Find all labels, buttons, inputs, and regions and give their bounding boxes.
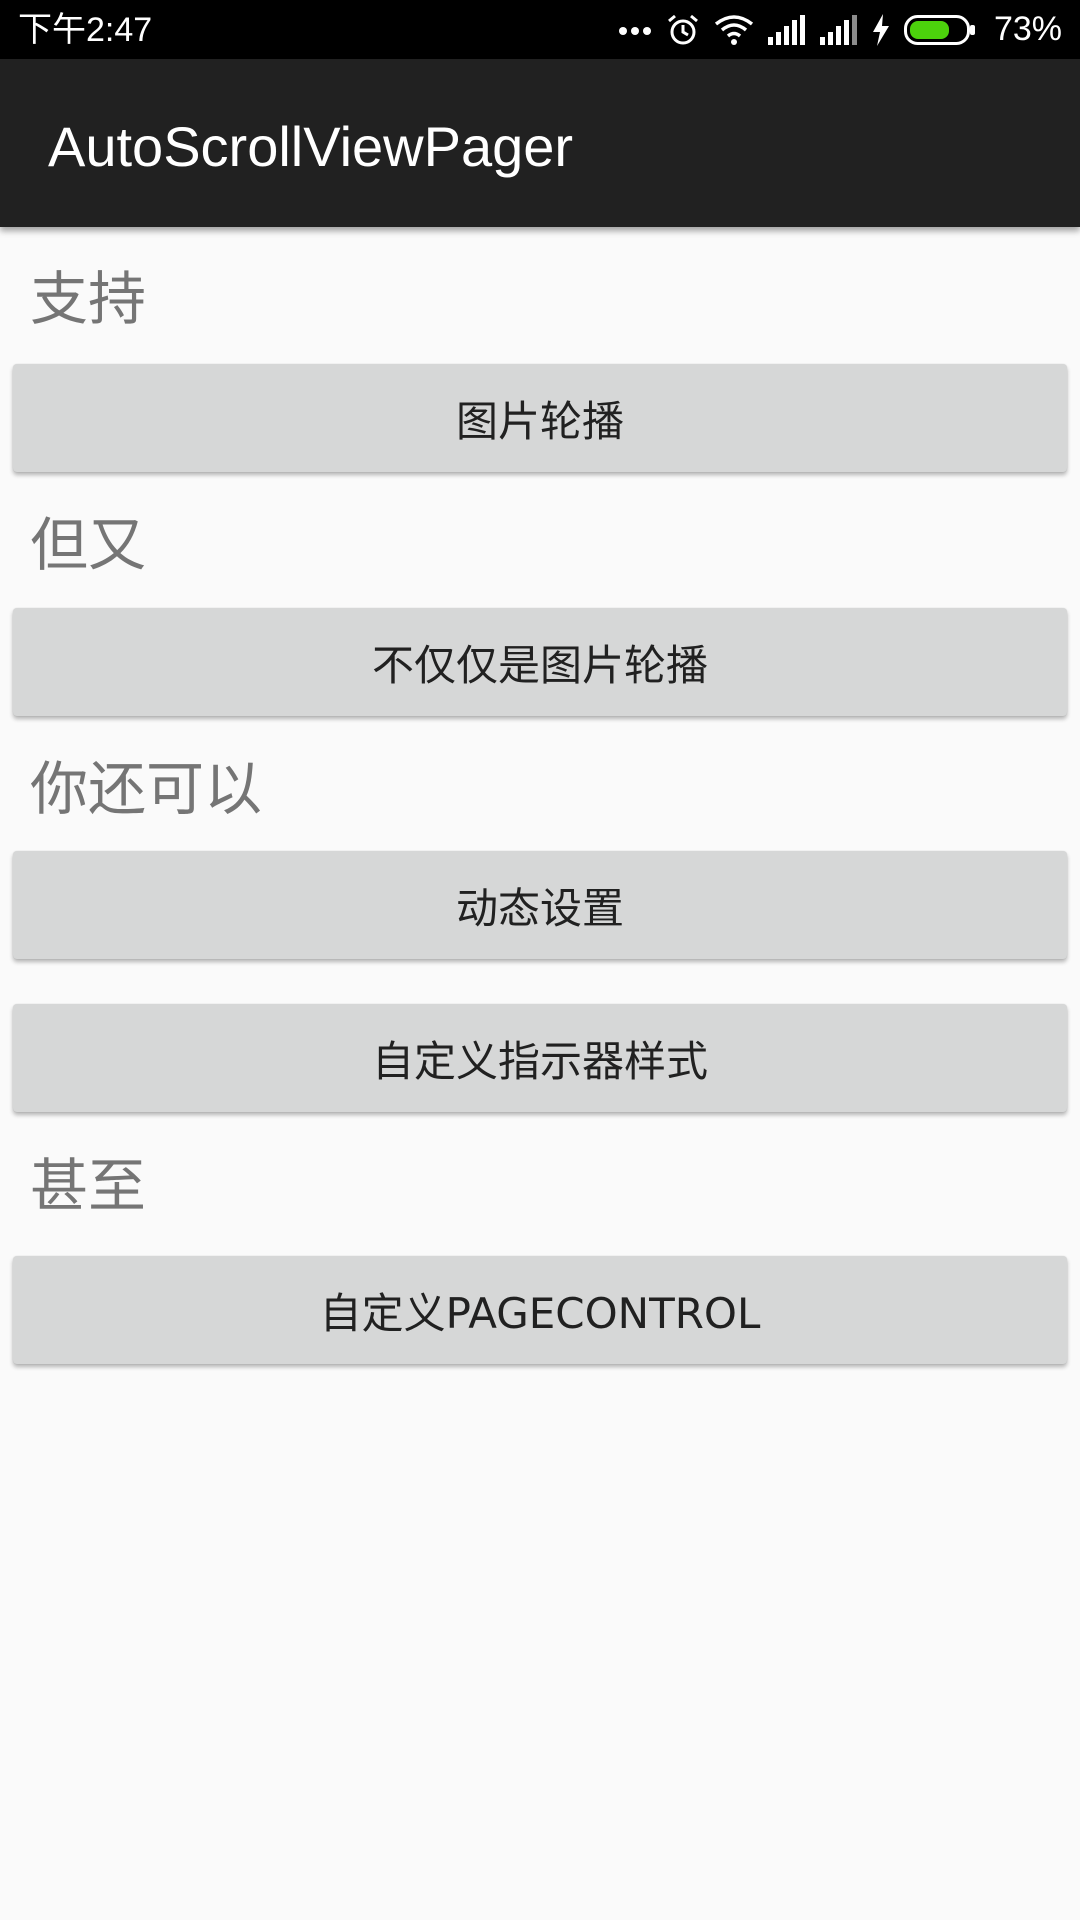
app-title: AutoScrollViewPager [48,115,574,178]
section-label-support: 支持 [30,265,147,333]
section-label-you-can: 你还可以 [30,755,263,823]
custom-indicator-style-button[interactable]: 自定义指示器样式 [13,1004,1067,1112]
battery-icon [903,14,976,45]
charging-icon [872,13,890,46]
not-only-carousel-button[interactable]: 不仅仅是图片轮播 [13,608,1067,716]
screen: 下午2:47 73% AutoScrollViewPager 支持 图片轮播 但… [0,0,1080,1920]
image-carousel-button[interactable]: 图片轮播 [13,364,1067,472]
status-icons: 73% [618,0,1062,59]
signal-icon [819,14,858,45]
signal-icon [767,14,806,45]
alarm-icon [666,13,700,47]
custom-pagecontrol-button[interactable]: 自定义PAGECONTROL [13,1256,1067,1364]
status-bar: 下午2:47 73% [0,0,1080,59]
wifi-icon [714,14,754,46]
app-bar: AutoScrollViewPager [0,59,1080,227]
more-dots-icon [618,24,652,36]
battery-percent: 73% [993,10,1062,48]
section-label-even: 甚至 [30,1152,147,1220]
section-label-but: 但又 [30,511,147,579]
status-time: 下午2:47 [18,11,153,49]
dynamic-settings-button[interactable]: 动态设置 [13,851,1067,959]
